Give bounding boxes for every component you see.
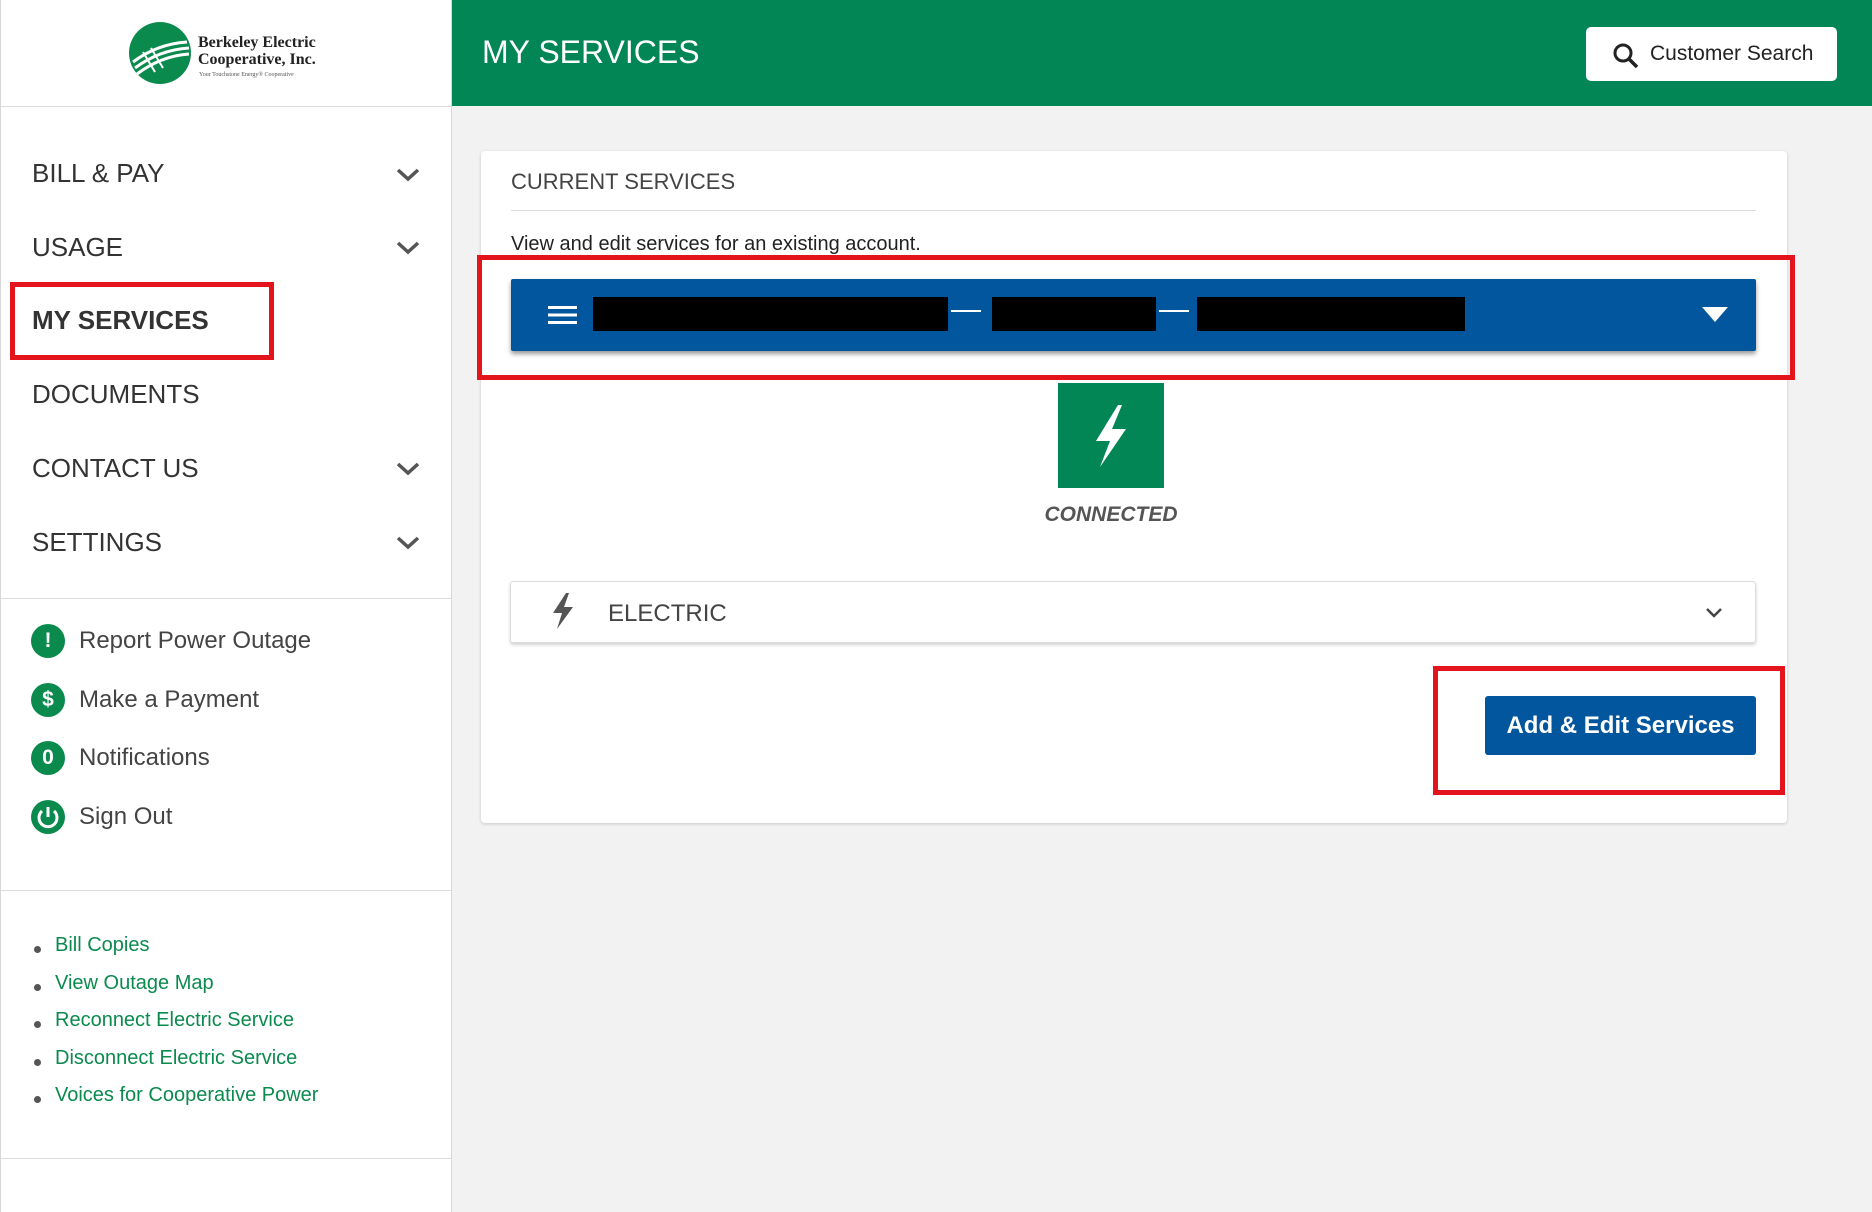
quick-action-label: Sign Out [79,803,173,830]
link-reconnect-electric[interactable]: Reconnect Electric Service [55,1009,294,1032]
link-disconnect-electric[interactable]: Disconnect Electric Service [55,1047,297,1070]
alert-icon: ! [31,624,65,658]
bullet [34,946,41,953]
chevron-down-icon[interactable] [395,461,421,477]
chevron-down-icon[interactable] [395,535,421,551]
page-title: MY SERVICES [482,34,700,70]
page-header: MY SERVICES Customer Search [452,0,1872,106]
customer-search-button[interactable]: Customer Search [1586,27,1837,81]
link-voices-cooperative[interactable]: Voices for Cooperative Power [55,1084,318,1107]
logo-line-1: Berkeley Electric [198,34,316,51]
power-icon [31,800,65,834]
notification-count-icon: 0 [31,741,65,775]
bullet [34,1021,41,1028]
logo-text: Berkeley Electric Cooperative, Inc. [198,34,316,68]
divider [1,598,451,599]
highlight-box-edit-button [1433,666,1785,795]
highlight-box-my-services [10,282,274,360]
highlight-box-account-selector [477,255,1795,380]
logo-tagline: Your Touchstone Energy® Cooperative [199,72,294,78]
link-view-outage-map[interactable]: View Outage Map [55,972,214,995]
divider [1,890,451,891]
nav-item-contact-us[interactable]: CONTACT US [32,453,199,484]
divider [1,1158,451,1159]
lightning-icon [553,593,573,629]
bullet [34,1059,41,1066]
connection-status: CONNECTED [1044,503,1178,526]
chevron-down-icon [1706,608,1722,618]
search-icon [1613,43,1639,69]
sidebar: Berkeley Electric Cooperative, Inc. Your… [0,0,452,1212]
chevron-down-icon[interactable] [395,240,421,256]
service-label: ELECTRIC [608,600,727,627]
lightning-icon [1058,383,1164,488]
quick-action-label: Notifications [79,744,210,771]
nav-item-settings[interactable]: SETTINGS [32,527,162,558]
nav-item-documents[interactable]: DOCUMENTS [32,379,200,410]
service-row-electric[interactable]: ELECTRIC [510,581,1756,643]
nav-item-bill-pay[interactable]: BILL & PAY [32,158,164,189]
chevron-down-icon[interactable] [395,167,421,183]
quick-action-label: Make a Payment [79,686,260,713]
card-description: View and edit services for an existing a… [511,233,921,255]
logo-area: Berkeley Electric Cooperative, Inc. Your… [1,0,451,107]
link-bill-copies[interactable]: Bill Copies [55,934,149,957]
quick-action-label: Report Power Outage [79,627,312,654]
bullet [34,1096,41,1103]
divider [511,210,1756,211]
nav-item-usage[interactable]: USAGE [32,232,123,263]
logo-line-2: Cooperative, Inc. [198,51,316,68]
logo-icon[interactable] [129,22,191,84]
dollar-icon: $ [31,683,65,717]
card-title: CURRENT SERVICES [511,169,736,194]
bullet [34,984,41,991]
customer-search-label: Customer Search [1650,42,1814,65]
